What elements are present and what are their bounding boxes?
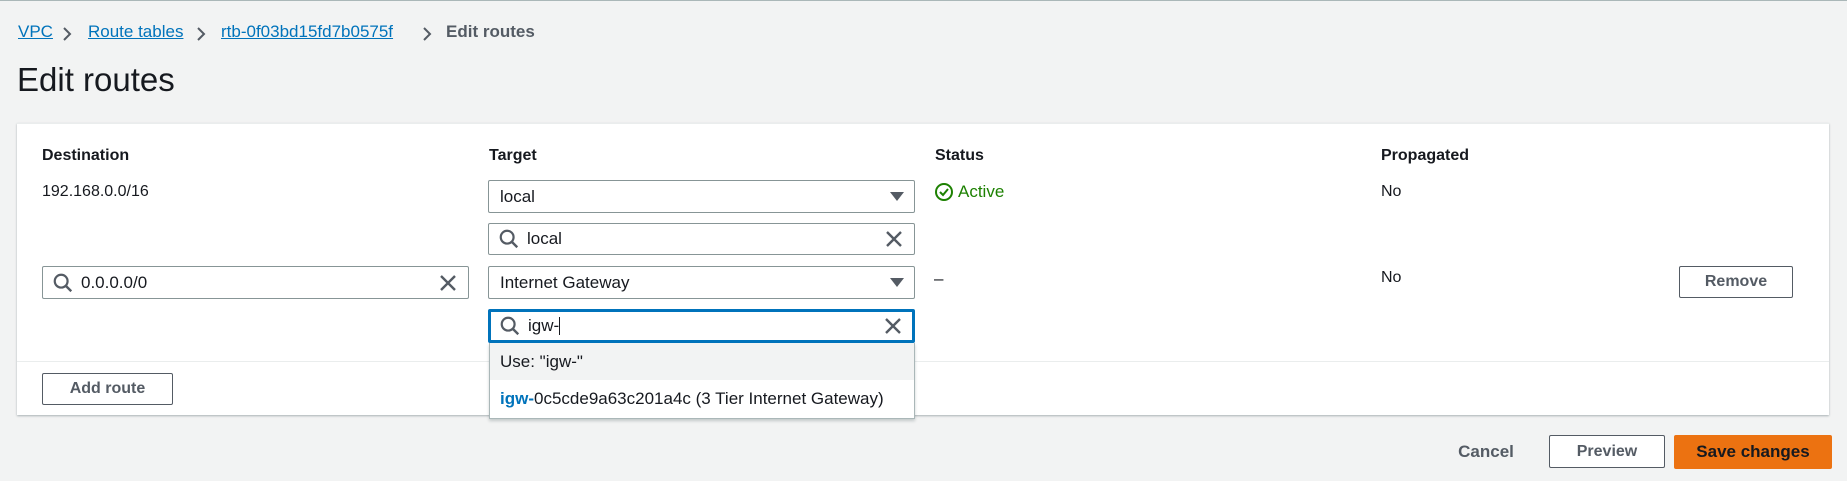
- save-changes-button[interactable]: Save changes: [1674, 435, 1832, 469]
- chevron-right-icon: [63, 27, 72, 41]
- breadcrumb-vpc[interactable]: VPC: [18, 22, 53, 42]
- remove-button[interactable]: Remove: [1679, 266, 1793, 298]
- search-icon: [500, 316, 520, 336]
- page-title: Edit routes: [17, 61, 175, 98]
- add-route-button[interactable]: Add route: [42, 373, 173, 405]
- breadcrumb-route-table-id[interactable]: rtb-0f03bd15fd7b0575f: [221, 22, 393, 42]
- target-select-value: Internet Gateway: [500, 272, 630, 292]
- destination-input[interactable]: 0.0.0.0/0: [42, 266, 469, 299]
- target-select-value: local: [500, 186, 535, 206]
- clear-icon[interactable]: [883, 316, 903, 336]
- caret-down-icon: [890, 278, 904, 287]
- status-badge: Active: [934, 182, 1004, 202]
- target-select[interactable]: local: [488, 180, 915, 213]
- target-select[interactable]: Internet Gateway: [488, 266, 915, 299]
- check-circle-icon: [935, 183, 953, 201]
- target-dropdown-list: Use: "igw-" igw- 0c5cde9a63c201a4c (3 Tie…: [489, 343, 915, 419]
- dropdown-option[interactable]: igw- 0c5cde9a63c201a4c (3 Tier Internet G…: [490, 380, 914, 417]
- status-text: –: [934, 269, 944, 288]
- status-text: Active: [958, 182, 1005, 201]
- search-icon: [499, 229, 519, 249]
- text-cursor: [559, 317, 561, 335]
- destination-input-value: 0.0.0.0/0: [81, 272, 148, 292]
- target-search-input[interactable]: igw-: [488, 309, 915, 343]
- breadcrumb-route-tables[interactable]: Route tables: [88, 22, 183, 42]
- column-header-destination: Destination: [42, 147, 130, 164]
- chevron-right-icon: [423, 27, 432, 41]
- column-header-target: Target: [489, 147, 537, 164]
- target-search-value: igw-: [528, 316, 560, 335]
- chevron-right-icon: [197, 27, 206, 41]
- destination-cell: 192.168.0.0/16: [42, 183, 149, 200]
- column-header-propagated: Propagated: [1381, 147, 1470, 164]
- dropdown-option-match: igw-: [500, 388, 534, 408]
- column-header-status: Status: [935, 147, 984, 164]
- caret-down-icon: [890, 192, 904, 201]
- panel-divider: [17, 361, 1829, 362]
- target-search-input[interactable]: local: [488, 223, 915, 255]
- propagated-cell: No: [1381, 183, 1402, 200]
- search-icon: [53, 273, 73, 292]
- preview-button[interactable]: Preview: [1549, 435, 1665, 468]
- target-search-value: local: [527, 229, 562, 248]
- dropdown-option-rest: 0c5cde9a63c201a4c (3 Tier Internet Gatew…: [534, 388, 884, 408]
- clear-icon[interactable]: [884, 229, 904, 249]
- dropdown-use-option[interactable]: Use: "igw-": [490, 343, 914, 380]
- breadcrumb-current: Edit routes: [446, 22, 535, 41]
- clear-icon[interactable]: [438, 273, 458, 293]
- cancel-button[interactable]: Cancel: [1443, 435, 1529, 469]
- propagated-cell: No: [1381, 269, 1402, 286]
- dropdown-use-label: Use: "igw-": [500, 351, 583, 371]
